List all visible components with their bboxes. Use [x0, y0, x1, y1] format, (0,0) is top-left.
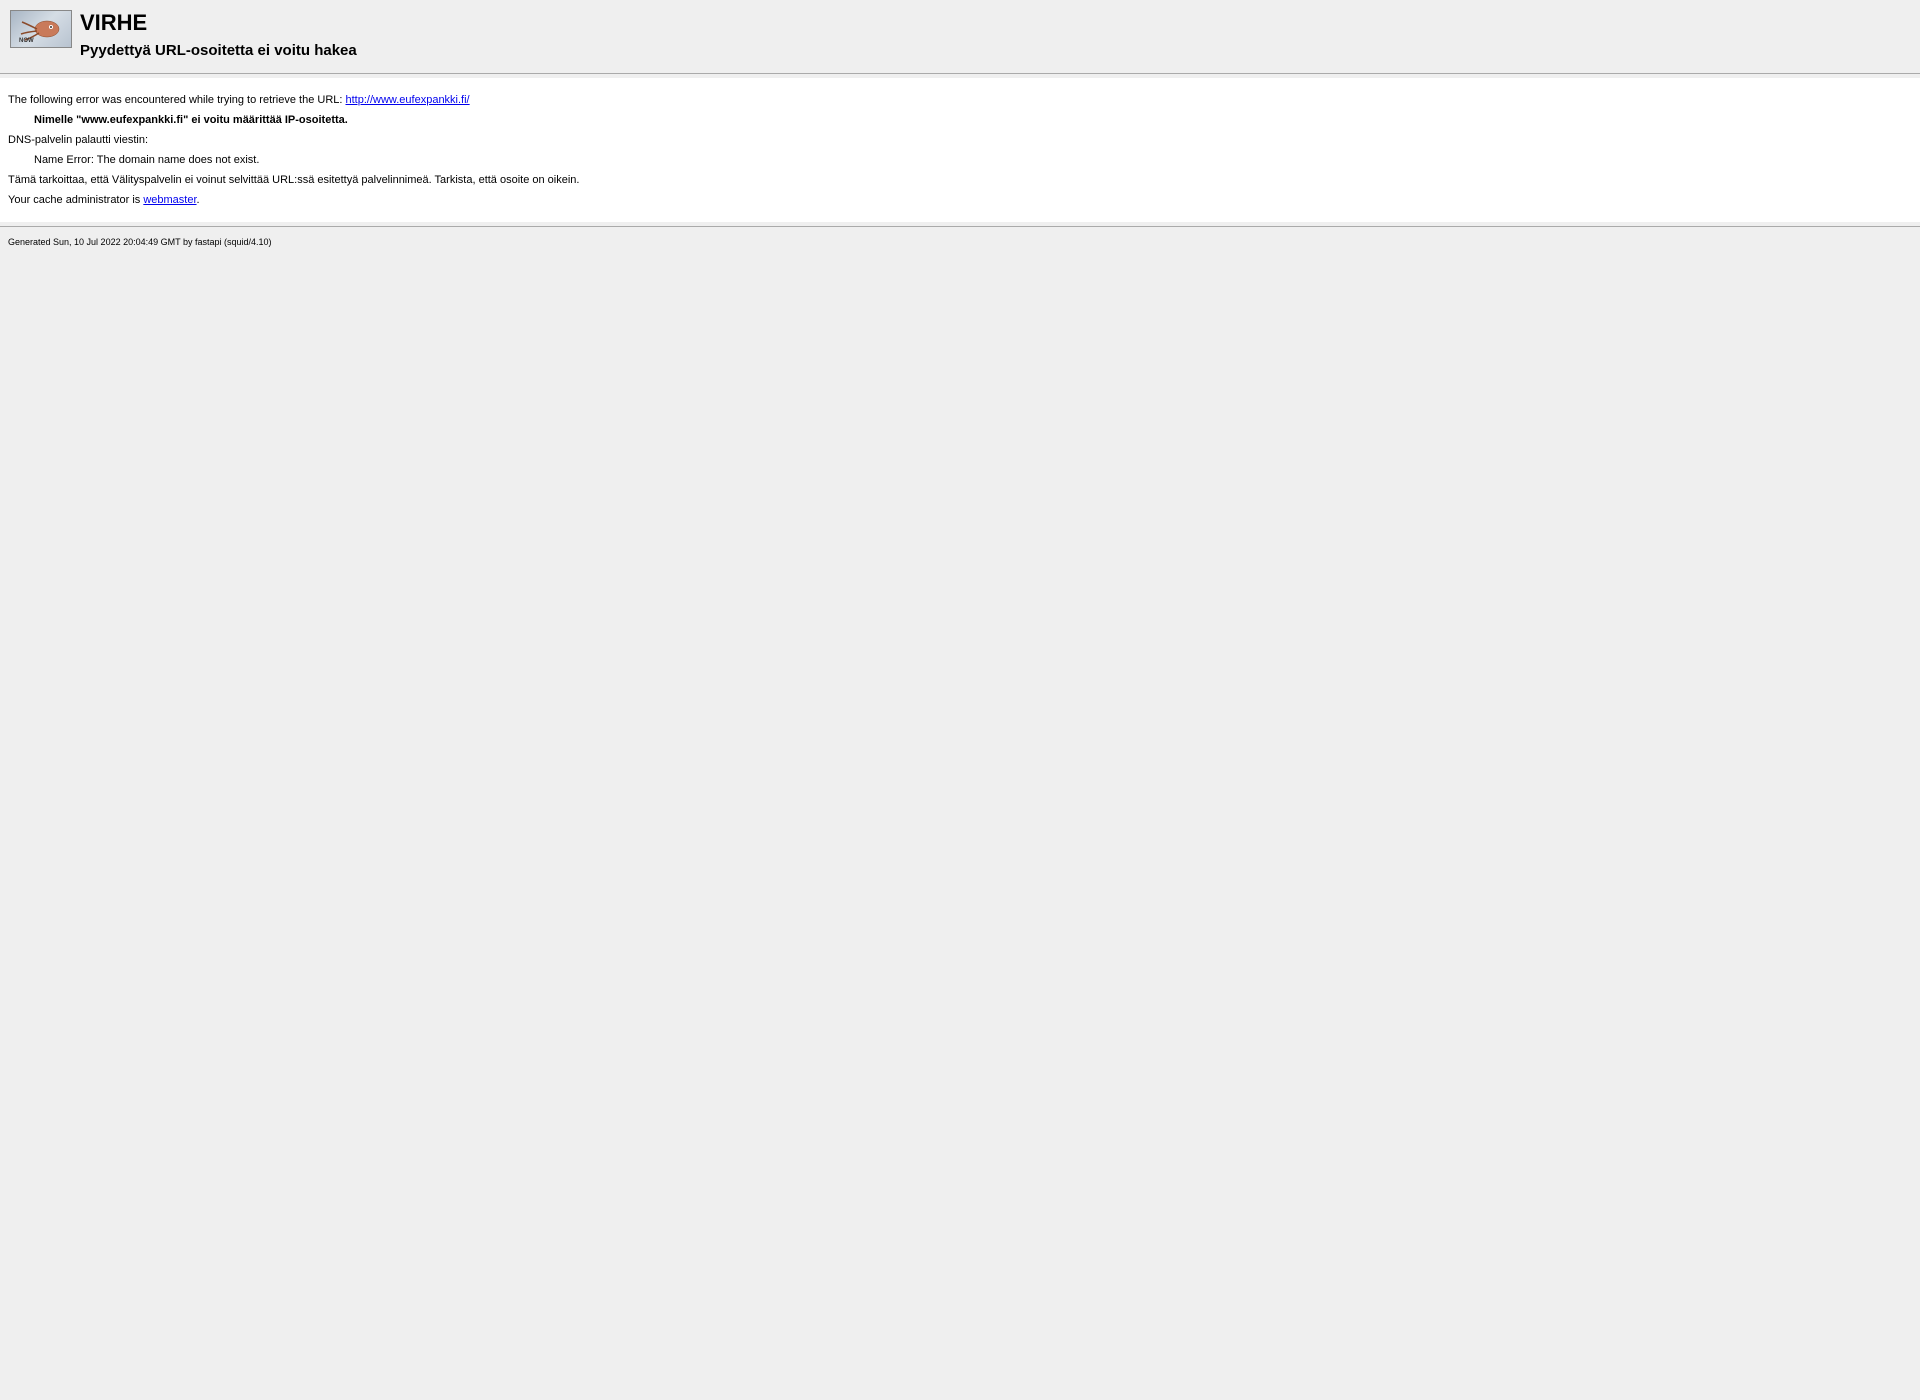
- generated-timestamp: Generated Sun, 10 Jul 2022 20:04:49 GMT …: [8, 237, 272, 247]
- header-text: VIRHE Pyydettyä URL-osoitetta ei voitu h…: [80, 10, 357, 59]
- error-content: The following error was encountered whil…: [0, 78, 1920, 222]
- error-title: VIRHE: [80, 10, 357, 36]
- explanation-text: Tämä tarkoittaa, että Välityspalvelin ei…: [8, 174, 1912, 186]
- error-intro-text: The following error was encountered whil…: [8, 94, 346, 106]
- error-intro-line: The following error was encountered whil…: [8, 94, 1912, 106]
- webmaster-link[interactable]: webmaster: [143, 194, 196, 206]
- admin-intro: Your cache administrator is: [8, 194, 143, 206]
- error-subtitle: Pyydettyä URL-osoitetta ei voitu hakea: [80, 42, 357, 59]
- failed-url-link[interactable]: http://www.eufexpankki.fi/: [346, 94, 470, 106]
- divider-top: [0, 73, 1920, 74]
- footer: Generated Sun, 10 Jul 2022 20:04:49 GMT …: [0, 231, 1920, 253]
- error-header: NOW VIRHE Pyydettyä URL-osoitetta ei voi…: [0, 0, 1920, 69]
- divider-bottom: [0, 226, 1920, 227]
- error-message-bold: Nimelle "www.eufexpankki.fi" ei voitu mä…: [34, 114, 1912, 126]
- dns-intro: DNS-palvelin palautti viestin:: [8, 134, 1912, 146]
- dns-message: Name Error: The domain name does not exi…: [34, 154, 1912, 166]
- svg-text:NOW: NOW: [19, 38, 34, 44]
- admin-suffix: .: [197, 194, 200, 206]
- admin-line: Your cache administrator is webmaster.: [8, 194, 1912, 206]
- squid-logo-icon: NOW: [10, 10, 72, 48]
